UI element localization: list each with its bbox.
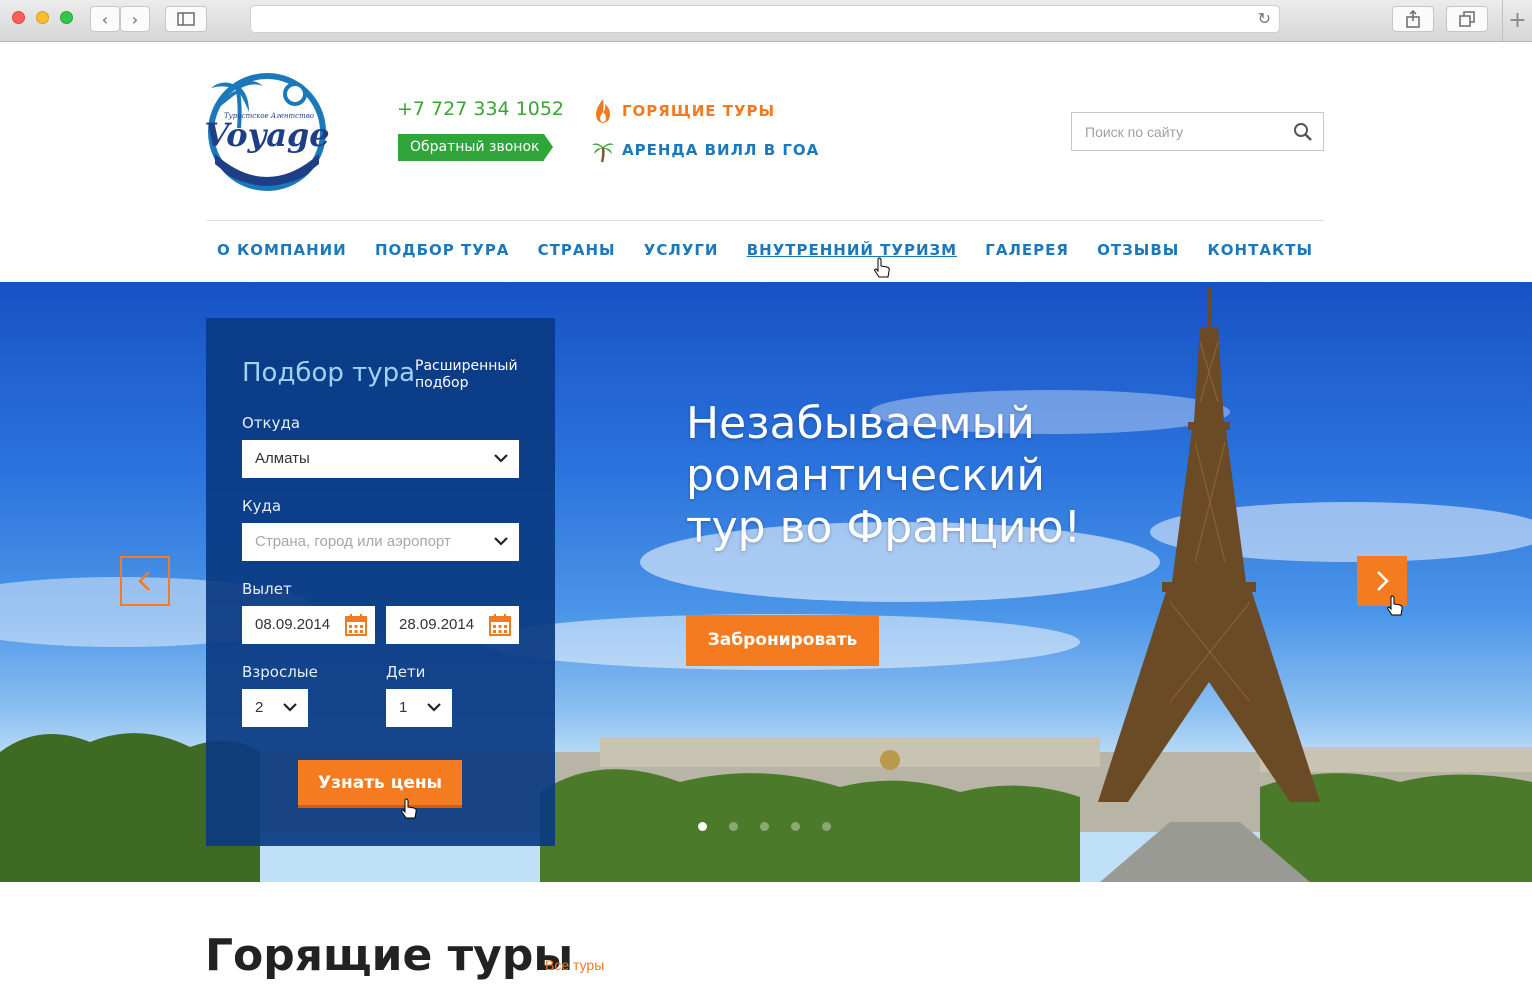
nav-item-gallery[interactable]: ГАЛЕРЕЯ: [985, 241, 1069, 259]
nav-item-contacts[interactable]: КОНТАКТЫ: [1208, 241, 1313, 259]
hero-slider: Подбор тура Расширенный подбор Откуда Ал…: [0, 282, 1532, 882]
adults-label: Взрослые: [242, 663, 318, 681]
hero-headline-line-1: Незабываемый: [686, 398, 1035, 449]
share-icon: [1406, 10, 1420, 28]
logo-tagline: Туристское Агентство: [224, 112, 314, 120]
slider-dot[interactable]: [729, 822, 738, 831]
advanced-search-link[interactable]: Расширенный подбор: [415, 358, 535, 392]
sidebar-toggle-button[interactable]: [165, 6, 207, 32]
tabs-icon: [1459, 11, 1475, 27]
site-search: [1071, 112, 1324, 151]
slider-pagination: [698, 822, 831, 831]
nav-item-company[interactable]: О КОМПАНИИ: [217, 241, 347, 259]
new-tab-button[interactable]: +: [1502, 0, 1532, 42]
calendar-icon[interactable]: [488, 613, 512, 637]
callback-button[interactable]: Обратный звонок: [398, 134, 553, 161]
header-divider: [206, 220, 1324, 221]
tour-search-panel: Подбор тура Расширенный подбор Откуда Ал…: [206, 318, 555, 846]
hand-cursor-icon: [401, 798, 417, 819]
slider-dot[interactable]: [698, 822, 707, 831]
hot-tours-heading: Горящие туры: [205, 930, 574, 981]
to-label: Куда: [242, 497, 282, 515]
find-prices-button[interactable]: Узнать цены: [298, 760, 462, 808]
nav-item-tour-selection[interactable]: ПОДБОР ТУРА: [375, 241, 509, 259]
forward-button[interactable]: ›: [120, 6, 150, 32]
hand-cursor-icon: [874, 257, 890, 278]
slider-dot[interactable]: [791, 822, 800, 831]
book-button[interactable]: Забронировать: [686, 615, 879, 666]
adults-value: 2: [255, 699, 264, 716]
voyage-logo[interactable]: Voyage Туристское Агентство: [205, 68, 329, 192]
nav-item-services[interactable]: УСЛУГИ: [644, 241, 719, 259]
panel-title: Подбор тура: [242, 358, 416, 388]
nav-item-reviews[interactable]: ОТЗЫВЫ: [1097, 241, 1179, 259]
chevron-left-icon: ‹: [101, 9, 109, 29]
chevron-down-icon: [283, 703, 297, 712]
hand-cursor-icon: [1387, 595, 1403, 616]
hero-headline: Незабываемый романтический тур во Франци…: [686, 398, 1206, 554]
tabs-overview-button[interactable]: [1446, 6, 1488, 32]
date-to-value: 28.09.2014: [399, 616, 475, 633]
fire-icon: [596, 99, 610, 123]
sidebar-icon: [177, 12, 195, 26]
children-label: Дети: [386, 663, 426, 681]
nav-item-domestic-tourism[interactable]: ВНУТРЕННИЙ ТУРИЗМ: [747, 241, 957, 259]
plus-icon: +: [1508, 8, 1527, 33]
slider-dot[interactable]: [822, 822, 831, 831]
nav-item-countries[interactable]: СТРАНЫ: [538, 241, 616, 259]
search-icon[interactable]: [1293, 122, 1313, 142]
chevron-right-icon: [1377, 571, 1389, 591]
slider-dot[interactable]: [760, 822, 769, 831]
chevron-down-icon: [427, 703, 441, 712]
minimize-window-button[interactable]: [36, 11, 49, 24]
villa-rent-link[interactable]: АРЕНДА ВИЛЛ В ГОА: [592, 137, 819, 163]
children-select[interactable]: 1: [386, 689, 452, 727]
adults-select[interactable]: 2: [242, 689, 308, 727]
palm-tree-icon: [592, 143, 614, 163]
phone-number[interactable]: +7 727 334 1052: [397, 98, 564, 120]
close-window-button[interactable]: [12, 11, 25, 24]
children-value: 1: [399, 699, 408, 716]
hot-tours-label: ГОРЯЩИЕ ТУРЫ: [622, 102, 776, 120]
hot-tours-link[interactable]: ГОРЯЩИЕ ТУРЫ: [592, 98, 775, 124]
chevron-left-icon: [138, 571, 150, 591]
browser-toolbar: ‹ › ↻ +: [0, 0, 1532, 42]
from-select[interactable]: Алматы: [242, 440, 519, 478]
calendar-icon[interactable]: [344, 613, 368, 637]
address-bar[interactable]: ↻: [250, 5, 1280, 33]
chevron-down-icon: [494, 454, 508, 463]
chevron-down-icon: [494, 537, 508, 546]
date-to-field[interactable]: 28.09.2014: [386, 606, 519, 644]
departure-label: Вылет: [242, 580, 292, 598]
destination-select[interactable]: Страна, город или аэропорт: [242, 523, 519, 561]
date-from-value: 08.09.2014: [255, 616, 331, 633]
villa-rent-label: АРЕНДА ВИЛЛ В ГОА: [622, 141, 820, 159]
search-input[interactable]: [1072, 113, 1282, 150]
chevron-right-icon: ›: [131, 9, 139, 29]
from-value: Алматы: [255, 450, 310, 467]
date-from-field[interactable]: 08.09.2014: [242, 606, 375, 644]
back-button[interactable]: ‹: [90, 6, 120, 32]
reload-icon[interactable]: ↻: [1258, 9, 1271, 28]
hero-headline-line-3: тур во Францию!: [686, 502, 1082, 553]
main-nav: О КОМПАНИИ ПОДБОР ТУРА СТРАНЫ УСЛУГИ ВНУ…: [206, 241, 1324, 259]
slider-prev-button[interactable]: [120, 556, 170, 606]
destination-placeholder: Страна, город или аэропорт: [255, 533, 451, 550]
zoom-window-button[interactable]: [60, 11, 73, 24]
hero-headline-line-2: романтический: [686, 450, 1046, 501]
logo-wordmark: Voyage: [205, 116, 329, 154]
from-label: Откуда: [242, 414, 301, 432]
share-button[interactable]: [1392, 6, 1434, 32]
all-tours-link[interactable]: Все туры: [545, 957, 604, 973]
